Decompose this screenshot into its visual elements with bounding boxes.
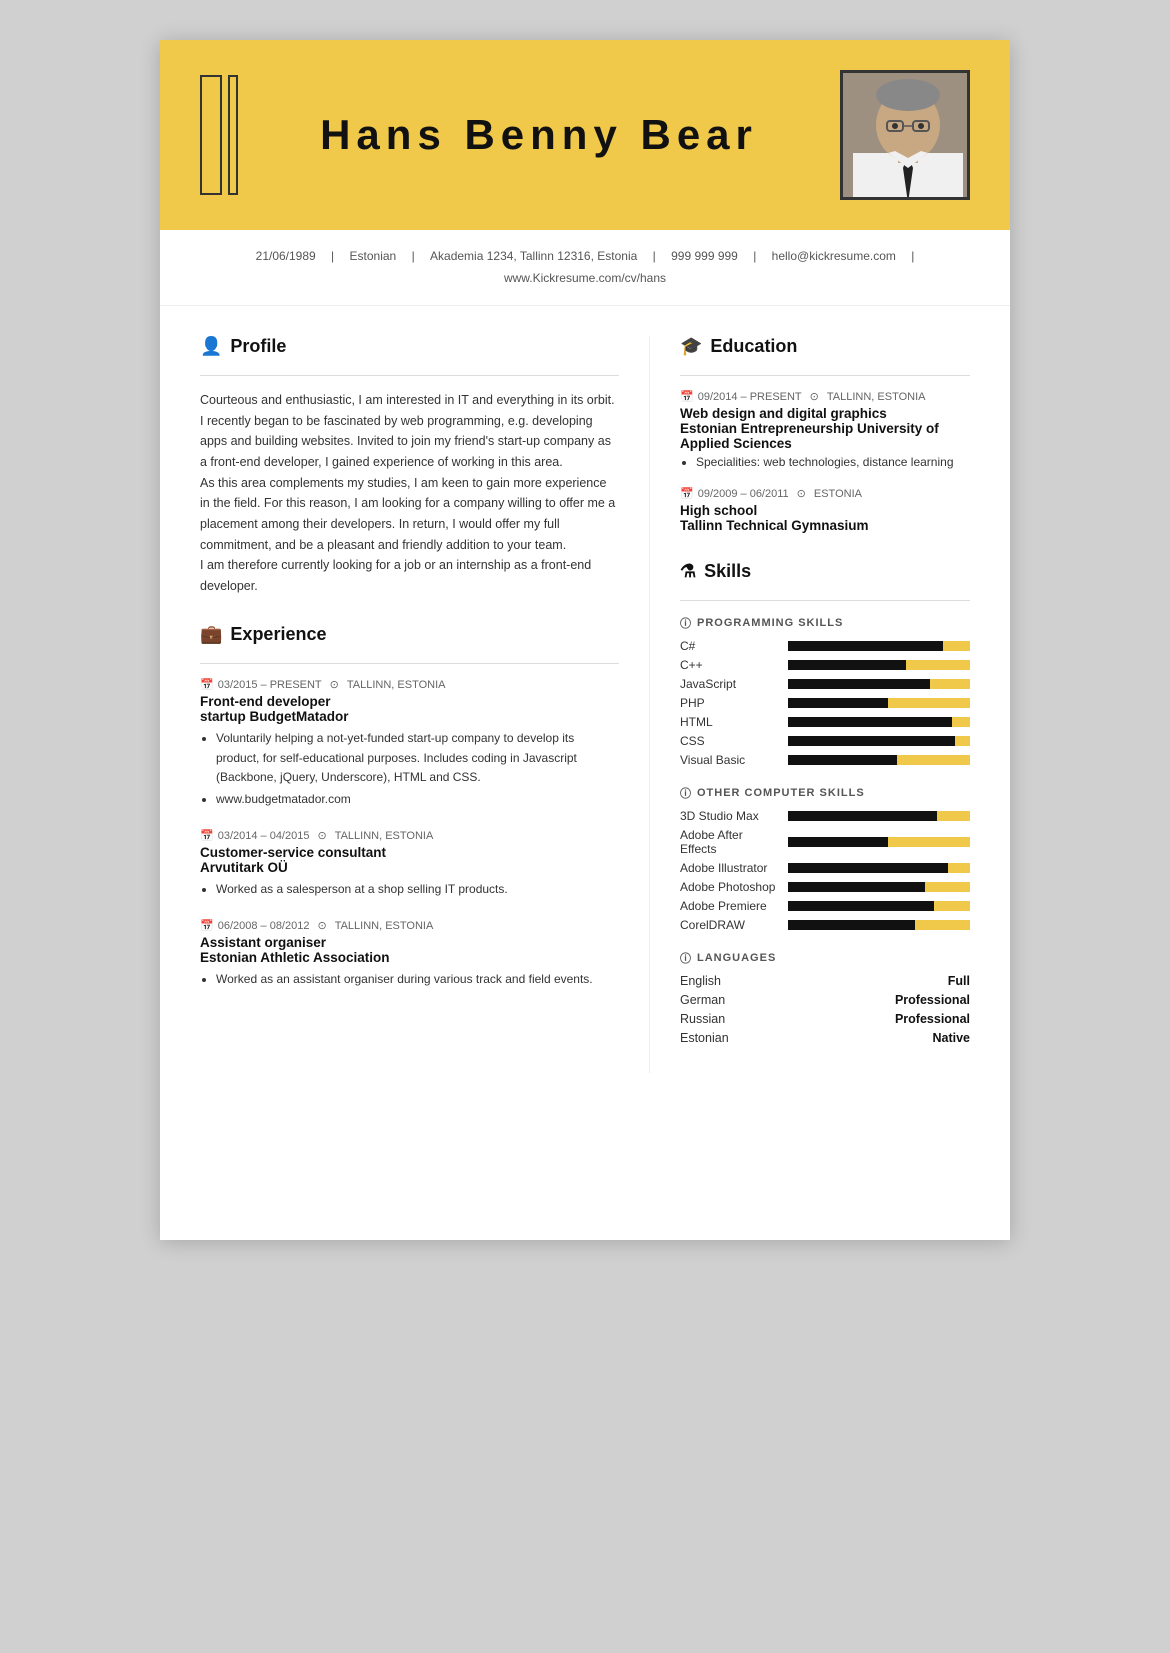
skill-javascript: JavaScript	[680, 677, 970, 691]
education-item-1: 📅 09/2014 – PRESENT ⊙ TALLINN, ESTONIA W…	[680, 390, 970, 469]
skills-divider	[680, 600, 970, 601]
profile-text: Courteous and enthusiastic, I am interes…	[200, 390, 619, 596]
exp-meta-2: 📅 03/2014 – 04/2015 ⊙ TALLINN, ESTONIA	[200, 829, 619, 842]
exp-bullets-1: Voluntarily helping a not-yet-funded sta…	[200, 729, 619, 809]
skill-php: PHP	[680, 696, 970, 710]
experience-section: 💼 Experience 📅 03/2015 – PRESENT ⊙ TALLI…	[200, 624, 619, 989]
list-item: Voluntarily helping a not-yet-funded sta…	[216, 729, 619, 787]
exp-title-1: Front-end developer	[200, 694, 619, 709]
experience-icon: 💼	[200, 624, 222, 645]
languages: ⓘ LANGUAGES English Full German Professi…	[680, 950, 970, 1045]
skill-premiere: Adobe Premiere	[680, 899, 970, 913]
lang-russian: Russian Professional	[680, 1012, 970, 1026]
experience-item-3: 📅 06/2008 – 08/2012 ⊙ TALLINN, ESTONIA A…	[200, 919, 619, 989]
contact-nationality: Estonian	[350, 249, 397, 263]
lang-german: German Professional	[680, 993, 970, 1007]
edu-school-2: Tallinn Technical Gymnasium	[680, 518, 970, 533]
profile-section: 👤 Profile Courteous and enthusiastic, I …	[200, 336, 619, 596]
languages-title: ⓘ LANGUAGES	[680, 950, 970, 966]
skill-coreldraw: CorelDRAW	[680, 918, 970, 932]
skills-title: ⚗ Skills	[680, 561, 970, 586]
list-item: Worked as an assistant organiser during …	[216, 970, 619, 989]
skills-icon: ⚗	[680, 561, 696, 582]
header-decoration	[200, 75, 238, 195]
edu-degree-2: High school	[680, 503, 970, 518]
experience-divider	[200, 663, 619, 664]
education-divider	[680, 375, 970, 376]
profile-title: 👤 Profile	[200, 336, 619, 361]
list-item: www.budgetmatador.com	[216, 790, 619, 809]
education-section: 🎓 Education 📅 09/2014 – PRESENT ⊙ TALLIN…	[680, 336, 970, 533]
lang-name: English	[680, 974, 721, 988]
lang-level: Professional	[895, 1012, 970, 1026]
candidate-photo	[840, 70, 970, 200]
skills-section: ⚗ Skills ⓘ PROGRAMMING SKILLS C#	[680, 561, 970, 1045]
programming-skills: ⓘ PROGRAMMING SKILLS C# C++	[680, 615, 970, 767]
lang-name: Russian	[680, 1012, 725, 1026]
edu-school-1: Estonian Entrepreneurship University of …	[680, 421, 970, 451]
list-item: Worked as a salesperson at a shop sellin…	[216, 880, 619, 899]
exp-company-3: Estonian Athletic Association	[200, 950, 619, 965]
candidate-name-block: Hans Benny Bear	[268, 111, 810, 159]
lang-level: Native	[932, 1031, 970, 1045]
experience-title: 💼 Experience	[200, 624, 619, 649]
lang-level: Professional	[895, 993, 970, 1007]
contact-dob: 21/06/1989	[256, 249, 316, 263]
exp-title-3: Assistant organiser	[200, 935, 619, 950]
contact-bar: 21/06/1989 | Estonian | Akademia 1234, T…	[160, 230, 1010, 306]
skill-csharp: C#	[680, 639, 970, 653]
skill-illustrator: Adobe Illustrator	[680, 861, 970, 875]
contact-website: www.Kickresume.com/cv/hans	[504, 271, 666, 285]
edu-meta-2: 📅 09/2009 – 06/2011 ⊙ ESTONIA	[680, 487, 970, 500]
programming-skills-title: ⓘ PROGRAMMING SKILLS	[680, 615, 970, 631]
resume-document: Hans Benny Bear	[160, 40, 1010, 1240]
exp-meta-1: 📅 03/2015 – PRESENT ⊙ TALLINN, ESTONIA	[200, 678, 619, 691]
education-title: 🎓 Education	[680, 336, 970, 361]
edu-meta-1: 📅 09/2014 – PRESENT ⊙ TALLINN, ESTONIA	[680, 390, 970, 403]
edu-bullets-1: Specialities: web technologies, distance…	[680, 455, 970, 469]
candidate-name: Hans Benny Bear	[268, 111, 810, 159]
exp-title-2: Customer-service consultant	[200, 845, 619, 860]
header-section: Hans Benny Bear	[160, 40, 1010, 230]
exp-company-2: Arvutitark OÜ	[200, 860, 619, 875]
resume-body: 👤 Profile Courteous and enthusiastic, I …	[160, 306, 1010, 1103]
skill-css: CSS	[680, 734, 970, 748]
profile-icon: 👤	[200, 336, 222, 357]
skill-vb: Visual Basic	[680, 753, 970, 767]
edu-degree-1: Web design and digital graphics	[680, 406, 970, 421]
skill-photoshop: Adobe Photoshop	[680, 880, 970, 894]
lang-name: Estonian	[680, 1031, 729, 1045]
skill-3dstudio: 3D Studio Max	[680, 809, 970, 823]
exp-bullets-3: Worked as an assistant organiser during …	[200, 970, 619, 989]
decoration-bar-narrow	[228, 75, 238, 195]
contact-email: hello@kickresume.com	[772, 249, 896, 263]
lang-level: Full	[948, 974, 970, 988]
contact-phone: 999 999 999	[671, 249, 738, 263]
experience-item-1: 📅 03/2015 – PRESENT ⊙ TALLINN, ESTONIA F…	[200, 678, 619, 809]
profile-divider	[200, 375, 619, 376]
computer-skills: ⓘ OTHER COMPUTER SKILLS 3D Studio Max Ad…	[680, 785, 970, 932]
lang-estonian: Estonian Native	[680, 1031, 970, 1045]
contact-address: Akademia 1234, Tallinn 12316, Estonia	[430, 249, 637, 263]
lang-name: German	[680, 993, 725, 1007]
right-column: 🎓 Education 📅 09/2014 – PRESENT ⊙ TALLIN…	[650, 336, 970, 1073]
skill-aftereffects: Adobe After Effects	[680, 828, 970, 856]
skill-cpp: C++	[680, 658, 970, 672]
list-item: Specialities: web technologies, distance…	[696, 455, 970, 469]
decoration-bar-wide	[200, 75, 222, 195]
education-icon: 🎓	[680, 336, 702, 357]
lang-english: English Full	[680, 974, 970, 988]
exp-meta-3: 📅 06/2008 – 08/2012 ⊙ TALLINN, ESTONIA	[200, 919, 619, 932]
skill-html: HTML	[680, 715, 970, 729]
experience-item-2: 📅 03/2014 – 04/2015 ⊙ TALLINN, ESTONIA C…	[200, 829, 619, 899]
computer-skills-title: ⓘ OTHER COMPUTER SKILLS	[680, 785, 970, 801]
exp-company-1: startup BudgetMatador	[200, 709, 619, 724]
left-column: 👤 Profile Courteous and enthusiastic, I …	[200, 336, 650, 1073]
education-item-2: 📅 09/2009 – 06/2011 ⊙ ESTONIA High schoo…	[680, 487, 970, 533]
exp-bullets-2: Worked as a salesperson at a shop sellin…	[200, 880, 619, 899]
